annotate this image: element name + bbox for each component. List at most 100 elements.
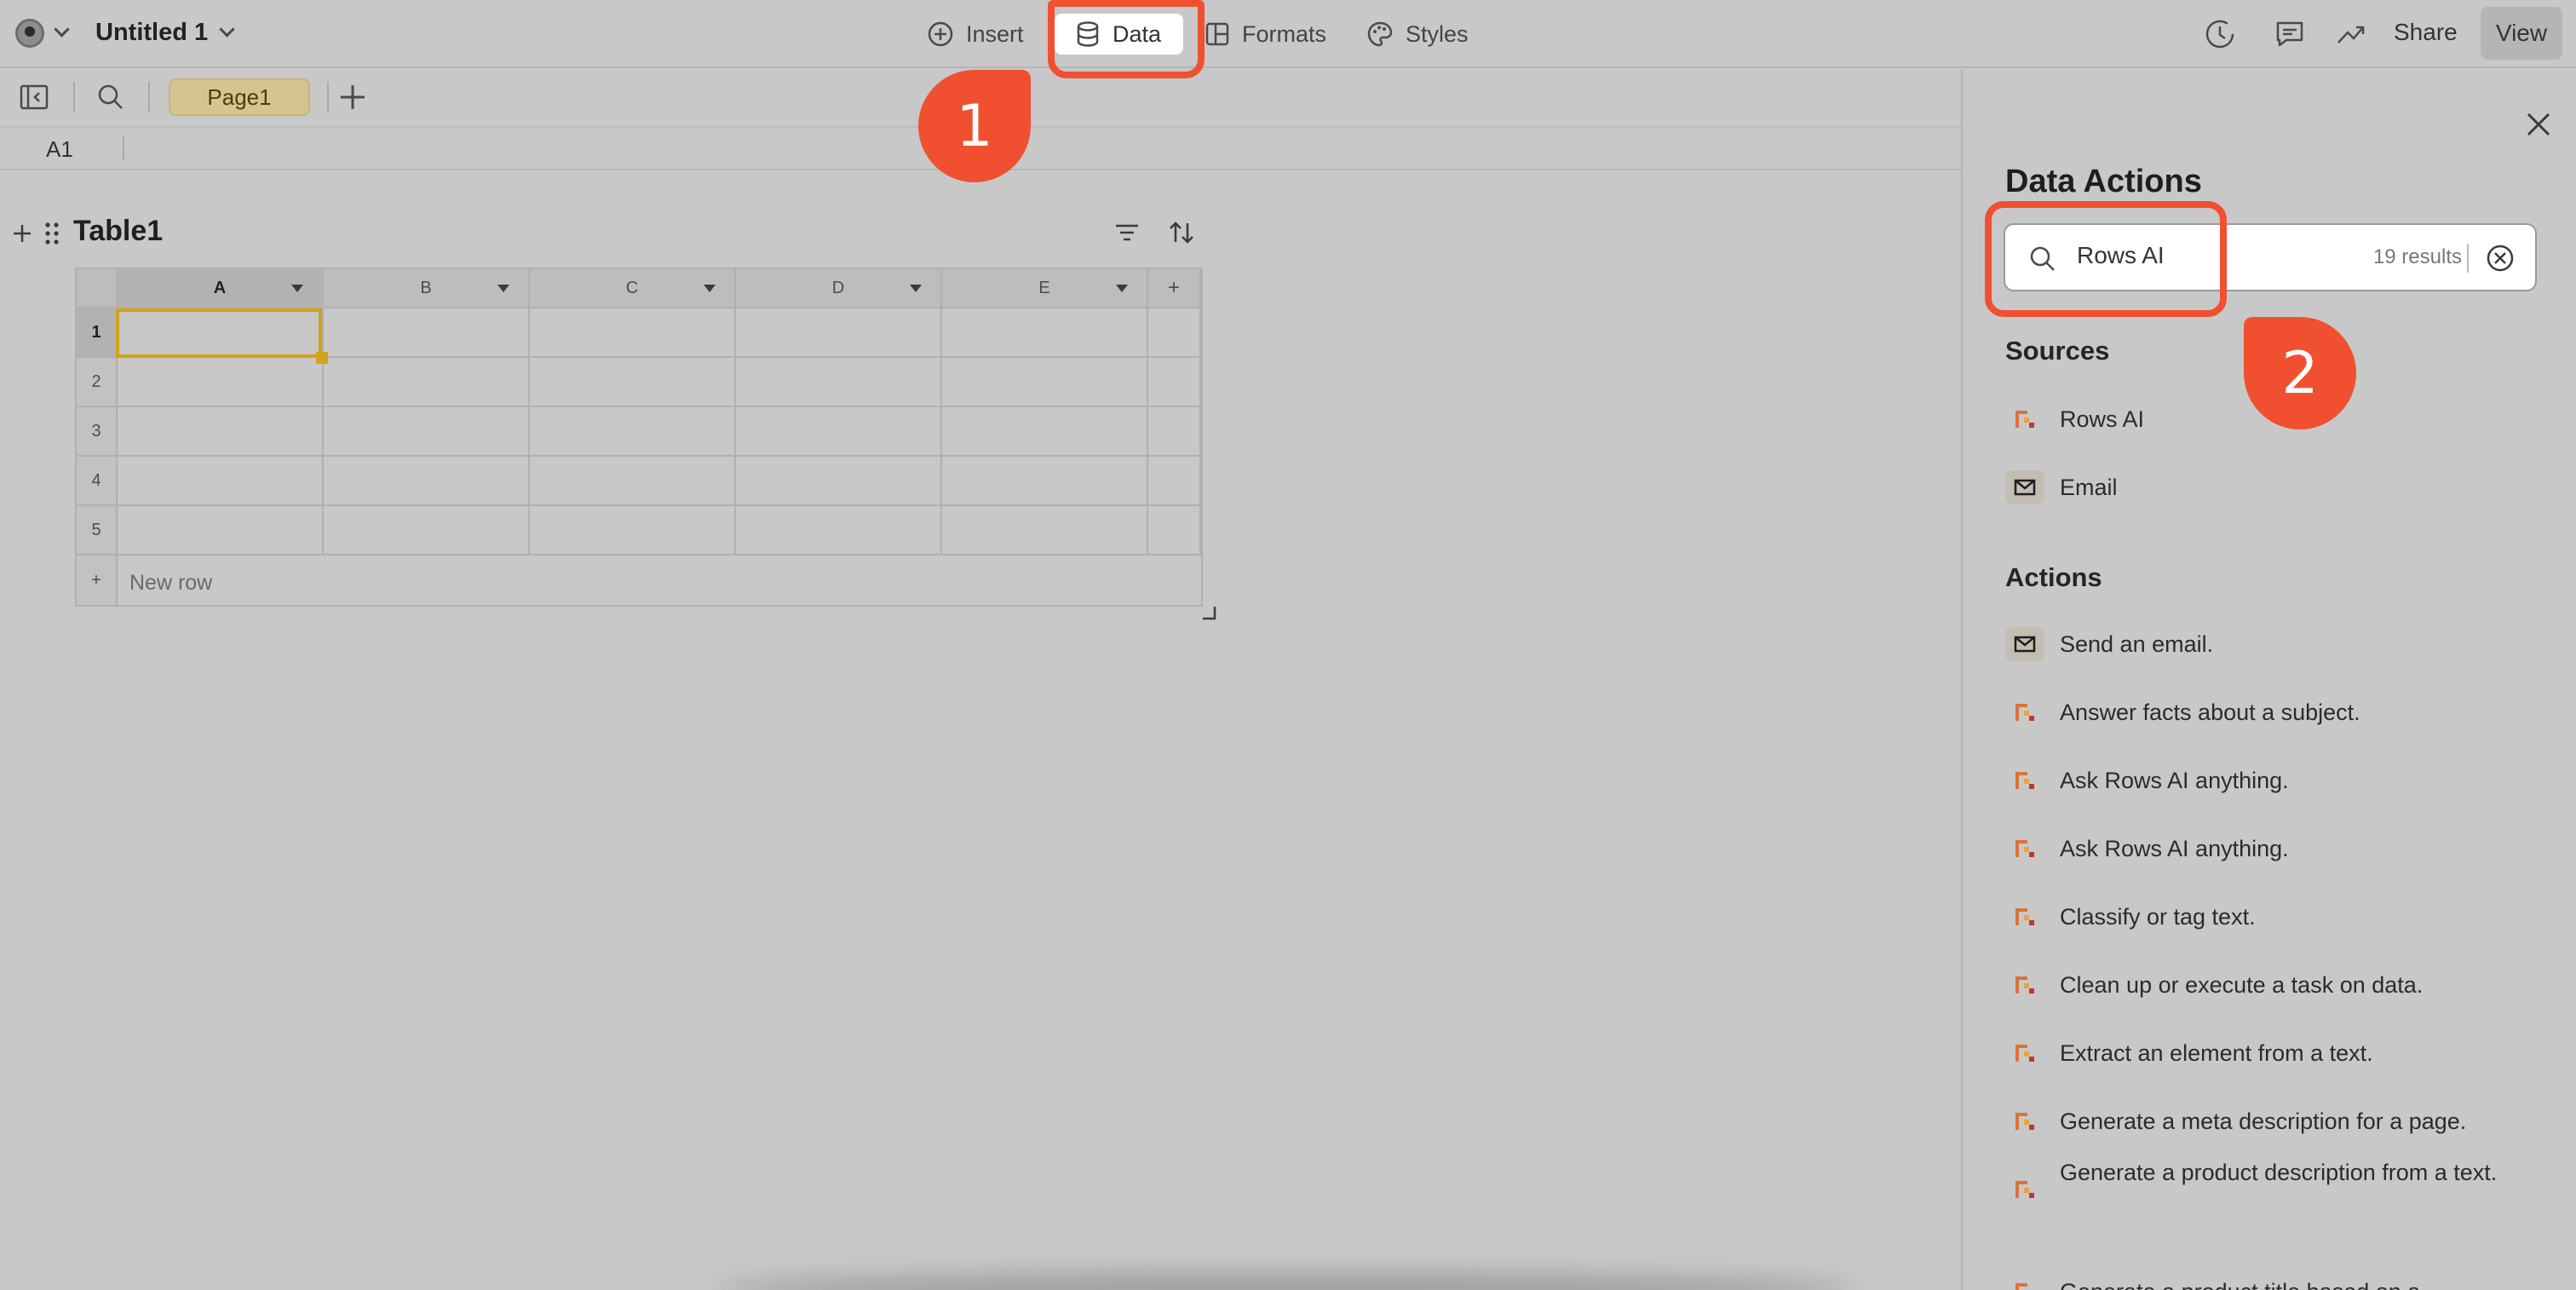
table-cell[interactable] [324, 358, 530, 407]
table-cell[interactable] [942, 308, 1148, 358]
new-row-area[interactable] [118, 556, 1201, 605]
table-cell[interactable] [942, 457, 1148, 506]
table-cell[interactable] [1148, 457, 1201, 506]
column-menu-caret-icon[interactable] [291, 285, 303, 292]
source-item[interactable]: Email [2005, 470, 2550, 504]
clear-search-icon[interactable] [2484, 242, 2516, 274]
share-button[interactable]: Share [2394, 19, 2458, 46]
add-page-icon[interactable] [336, 80, 370, 114]
table-cell[interactable] [118, 407, 324, 457]
column-header-b[interactable]: B [324, 269, 530, 308]
rows-ai-icon [2005, 832, 2044, 866]
column-header-label: E [1038, 278, 1050, 297]
table-cell[interactable] [530, 358, 736, 407]
column-menu-caret-icon[interactable] [704, 285, 716, 292]
formats-menu[interactable]: Formats [1205, 14, 1326, 55]
action-item[interactable]: Ask Rows AI anything. [2005, 832, 2550, 866]
action-item[interactable]: Answer facts about a subject. [2005, 695, 2550, 729]
column-header-c[interactable]: C [530, 269, 736, 308]
document-title[interactable]: Untitled 1 [95, 19, 208, 47]
action-item[interactable]: Generate a meta description for a page. [2005, 1104, 2550, 1138]
table-cell[interactable] [942, 358, 1148, 407]
table-cell[interactable] [530, 457, 736, 506]
action-item[interactable]: Generate a product description from a te… [2005, 1155, 2550, 1206]
action-item[interactable]: Ask Rows AI anything. [2005, 763, 2550, 798]
rows-ai-icon [2005, 763, 2044, 798]
table-cell[interactable] [736, 457, 942, 506]
styles-menu[interactable]: Styles [1366, 14, 1469, 55]
workspace-chevron-down-icon[interactable] [54, 21, 70, 37]
column-menu-caret-icon[interactable] [1116, 285, 1128, 292]
table-cell[interactable] [118, 358, 324, 407]
resize-handle-icon[interactable] [1201, 605, 1218, 622]
item-label: Generate a meta description for a page. [2060, 1109, 2467, 1134]
action-item[interactable]: Send an email. [2005, 627, 2550, 661]
table-cell[interactable] [530, 407, 736, 457]
search-icon[interactable] [95, 82, 126, 112]
table-cell[interactable] [1148, 308, 1201, 358]
selected-cell-a1[interactable] [116, 308, 322, 358]
column-menu-caret-icon[interactable] [910, 285, 922, 292]
sources-title: Sources [2005, 336, 2110, 366]
table-cell[interactable] [324, 407, 530, 457]
filter-icon[interactable] [1113, 218, 1141, 247]
add-element-icon[interactable] [10, 222, 34, 245]
table-cell[interactable] [736, 407, 942, 457]
table-cell[interactable] [736, 358, 942, 407]
table-cell[interactable] [118, 506, 324, 556]
styles-menu-label: Styles [1406, 20, 1469, 47]
title-chevron-down-icon[interactable] [219, 21, 235, 37]
item-label: Generate a product description from a te… [2060, 1160, 2498, 1185]
table-cell[interactable] [942, 506, 1148, 556]
table-cell[interactable] [324, 308, 530, 358]
tab-page1[interactable]: Page1 [169, 78, 310, 116]
row-number[interactable]: 2 [77, 358, 118, 407]
column-header-d[interactable]: D [736, 269, 942, 308]
sort-icon[interactable] [1165, 216, 1198, 249]
table-cell[interactable] [530, 308, 736, 358]
drag-handle-icon[interactable] [43, 220, 61, 247]
column-header-e[interactable]: E [942, 269, 1148, 308]
rows-ai-icon [2005, 695, 2044, 729]
column-menu-caret-icon[interactable] [497, 285, 509, 292]
view-button[interactable]: View [2481, 7, 2562, 60]
item-label: Rows AI [2060, 406, 2145, 432]
table-cell[interactable] [324, 506, 530, 556]
search-highlight [1985, 201, 2227, 317]
new-row-button[interactable]: + [77, 556, 118, 605]
close-icon[interactable] [2521, 107, 2556, 141]
table-cell[interactable] [530, 506, 736, 556]
table-cell[interactable] [324, 457, 530, 506]
item-label: Extract an element from a text. [2060, 1040, 2373, 1066]
table-cell[interactable] [1148, 407, 1201, 457]
table-cell[interactable] [736, 308, 942, 358]
analytics-trend-icon[interactable] [2334, 17, 2368, 51]
column-header-a[interactable]: A [118, 269, 324, 308]
insert-menu[interactable]: Insert [927, 14, 1024, 55]
rows-ai-icon [2005, 402, 2044, 436]
row-number[interactable]: 1 [77, 308, 118, 358]
action-item[interactable]: Clean up or execute a task on data. [2005, 968, 2550, 1002]
table-title[interactable]: Table1 [73, 215, 163, 248]
table-cell[interactable] [1148, 506, 1201, 556]
column-header-label: C [625, 278, 639, 297]
history-icon[interactable] [2203, 17, 2237, 51]
comment-icon[interactable] [2273, 17, 2307, 51]
table-cell[interactable] [1148, 358, 1201, 407]
fill-handle[interactable] [316, 352, 328, 364]
table-cell[interactable] [118, 457, 324, 506]
toggle-sidebar-icon[interactable] [19, 82, 49, 112]
toolbar-divider [327, 82, 329, 112]
new-row-label[interactable]: New row [129, 571, 212, 596]
table-cell[interactable] [942, 407, 1148, 457]
row-number[interactable]: 5 [77, 506, 118, 556]
workspace-avatar-icon[interactable] [15, 19, 44, 48]
row-number[interactable]: 3 [77, 407, 118, 457]
row-number[interactable]: 4 [77, 457, 118, 506]
add-column-button[interactable]: + [1148, 269, 1201, 308]
action-item[interactable]: Classify or tag text. [2005, 900, 2550, 934]
table-cell[interactable] [736, 506, 942, 556]
cell-reference[interactable]: A1 [46, 136, 73, 163]
action-item[interactable]: Generate a product title based on a [2005, 1275, 2550, 1290]
action-item[interactable]: Extract an element from a text. [2005, 1036, 2550, 1070]
